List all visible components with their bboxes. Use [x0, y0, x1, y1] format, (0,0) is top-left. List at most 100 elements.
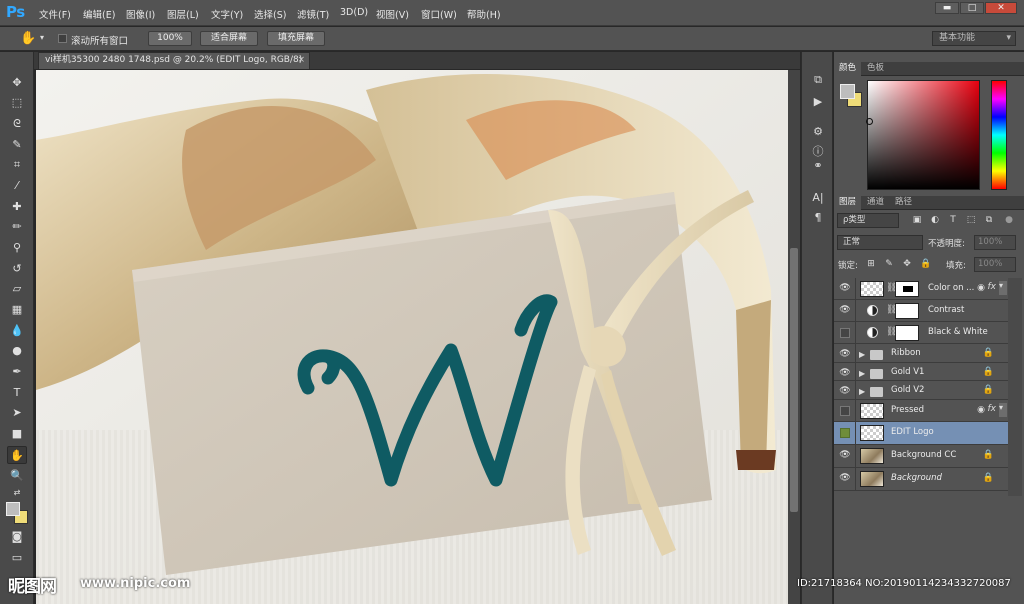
tool-preset-chevron-icon[interactable]: ▾	[40, 33, 44, 42]
layer-filter-select[interactable]: ρ类型	[837, 213, 899, 228]
menu-edit[interactable]: 编辑(E)	[83, 7, 115, 21]
hue-slider[interactable]	[991, 80, 1007, 190]
expand-effects-icon[interactable]: ▾	[999, 281, 1007, 295]
visibility-eye-icon[interactable]: 👁	[839, 305, 851, 316]
tab-paths[interactable]: 路径	[890, 196, 917, 210]
menu-help[interactable]: 帮助(H)	[467, 7, 501, 21]
close-icon[interactable]: ×	[297, 53, 305, 68]
layer-mask-thumbnail[interactable]	[895, 303, 919, 319]
minimize-button[interactable]: ▬	[935, 2, 959, 14]
layer-row[interactable]: ⛓ Black & White	[834, 322, 1008, 344]
tab-color[interactable]: 颜色	[834, 62, 862, 76]
swap-colors-icon[interactable]: ⇄	[7, 484, 27, 502]
visibility-eye-icon[interactable]: 👁	[839, 450, 851, 461]
pen-tool-icon[interactable]: ✒	[7, 363, 27, 381]
visibility-toggle[interactable]	[840, 428, 850, 438]
tab-swatches[interactable]: 色板	[862, 62, 889, 76]
gradient-tool-icon[interactable]: ▦	[7, 301, 27, 319]
document-canvas[interactable]	[36, 70, 788, 604]
expand-arrow-icon[interactable]: ▶	[859, 369, 865, 378]
quick-mask-icon[interactable]: ◙	[7, 528, 27, 546]
layer-group-row[interactable]: 👁 ▶ Gold V2 🔒	[834, 381, 1008, 400]
properties-panel-icon[interactable]: ⚙	[809, 124, 827, 140]
color-picker-field[interactable]	[867, 80, 980, 190]
panel-foreground-swatch[interactable]	[840, 84, 855, 99]
fill-field[interactable]: 100%	[974, 257, 1016, 272]
path-select-tool-icon[interactable]: ➤	[7, 404, 27, 422]
dodge-tool-icon[interactable]: ●	[7, 342, 27, 360]
close-window-button[interactable]: ✕	[985, 2, 1017, 14]
blend-mode-select[interactable]: 正常	[837, 235, 923, 250]
healing-brush-tool-icon[interactable]: ✚	[7, 198, 27, 216]
fit-screen-button[interactable]: 适合屏幕	[200, 31, 258, 46]
scroll-all-windows-checkbox[interactable]	[58, 34, 67, 43]
document-tab[interactable]: vi样机35300 2480 1748.psd @ 20.2% (EDIT Lo…	[38, 52, 310, 80]
menu-select[interactable]: 选择(S)	[254, 7, 286, 21]
expand-effects-icon[interactable]: ▾	[999, 403, 1007, 417]
actions-panel-icon[interactable]: ▶	[809, 94, 827, 110]
tab-layers[interactable]: 图层	[834, 196, 862, 210]
paragraph-panel-icon[interactable]: ¶	[809, 210, 827, 226]
filter-toggle-icon[interactable]: ●	[1004, 215, 1014, 225]
visibility-toggle[interactable]	[840, 328, 850, 338]
type-filter-icon[interactable]: T	[948, 215, 958, 225]
shape-filter-icon[interactable]: ⬚	[966, 215, 976, 225]
zoom-100-button[interactable]: 100%	[148, 31, 192, 46]
menu-window[interactable]: 窗口(W)	[421, 7, 457, 21]
quick-select-tool-icon[interactable]: ✎	[7, 136, 27, 154]
opacity-field[interactable]: 100%	[974, 235, 1016, 250]
pixel-filter-icon[interactable]: ▣	[912, 215, 922, 225]
visibility-eye-icon[interactable]: 👁	[839, 368, 851, 379]
menu-type[interactable]: 文字(Y)	[211, 7, 243, 21]
fill-screen-button[interactable]: 填充屏幕	[267, 31, 325, 46]
tab-channels[interactable]: 通道	[862, 196, 889, 210]
menu-view[interactable]: 视图(V)	[376, 7, 409, 21]
layers-scrollbar[interactable]	[1008, 278, 1022, 496]
layer-row[interactable]: 👁 Background CC 🔒	[834, 445, 1008, 468]
layer-row-selected[interactable]: EDIT Logo	[834, 422, 1008, 445]
layer-group-row[interactable]: 👁 ▶ Ribbon 🔒	[834, 344, 1008, 363]
visibility-eye-icon[interactable]: 👁	[839, 283, 851, 294]
menu-file[interactable]: 文件(F)	[39, 7, 71, 21]
lock-all-icon[interactable]: 🔒	[920, 259, 931, 269]
layer-mask-thumbnail[interactable]	[895, 325, 919, 341]
type-tool-icon[interactable]: T	[7, 384, 27, 402]
adjustment-filter-icon[interactable]: ◐	[930, 215, 940, 225]
smart-object-filter-icon[interactable]: ⧉	[984, 215, 994, 225]
menu-image[interactable]: 图像(I)	[126, 7, 155, 21]
canvas-vertical-scrollbar[interactable]	[788, 70, 800, 604]
foreground-color-swatch[interactable]	[6, 502, 20, 516]
layer-group-row[interactable]: 👁 ▶ Gold V1 🔒	[834, 363, 1008, 381]
lasso-tool-icon[interactable]: ᘓ	[7, 115, 27, 133]
hand-icon[interactable]: ✋	[20, 31, 36, 46]
blur-tool-icon[interactable]: 💧	[7, 322, 27, 340]
expand-arrow-icon[interactable]: ▶	[859, 387, 865, 396]
menu-layer[interactable]: 图层(L)	[167, 7, 199, 21]
eyedropper-tool-icon[interactable]: ⁄	[7, 177, 27, 195]
workspace-select[interactable]: 基本功能 ▾	[932, 31, 1016, 46]
effects-eye-icon[interactable]: ◉	[977, 283, 985, 293]
menu-3d[interactable]: 3D(D)	[340, 7, 368, 18]
brush-tool-icon[interactable]: ✏	[7, 218, 27, 236]
visibility-eye-icon[interactable]: 👁	[839, 349, 851, 360]
layer-row[interactable]: 👁 Background 🔒	[834, 468, 1008, 491]
visibility-toggle[interactable]	[840, 406, 850, 416]
move-tool-icon[interactable]: ✥	[7, 74, 27, 92]
shape-tool-icon[interactable]: ■	[7, 425, 27, 443]
color-picker-cursor[interactable]	[866, 118, 873, 125]
clone-stamp-tool-icon[interactable]: ⚲	[7, 239, 27, 257]
history-panel-icon[interactable]: ⧉	[809, 72, 827, 88]
layer-row[interactable]: 👁 ⛓ Contrast	[834, 300, 1008, 322]
lock-transparent-icon[interactable]: ⊞	[866, 259, 876, 269]
hand-tool-icon[interactable]: ✋	[7, 446, 27, 464]
maximize-button[interactable]: □	[960, 2, 984, 14]
layer-row[interactable]: Pressed ◉ fx ▾	[834, 400, 1008, 422]
crop-tool-icon[interactable]: ⌗	[7, 156, 27, 174]
lock-pixels-icon[interactable]: ✎	[884, 259, 894, 269]
menu-filter[interactable]: 滤镜(T)	[297, 7, 329, 21]
fx-icon[interactable]: fx	[988, 282, 997, 292]
zoom-tool-icon[interactable]: 🔍	[7, 467, 27, 485]
lock-position-icon[interactable]: ✥	[902, 259, 912, 269]
effects-eye-icon[interactable]: ◉	[977, 405, 985, 415]
eraser-tool-icon[interactable]: ▱	[7, 280, 27, 298]
